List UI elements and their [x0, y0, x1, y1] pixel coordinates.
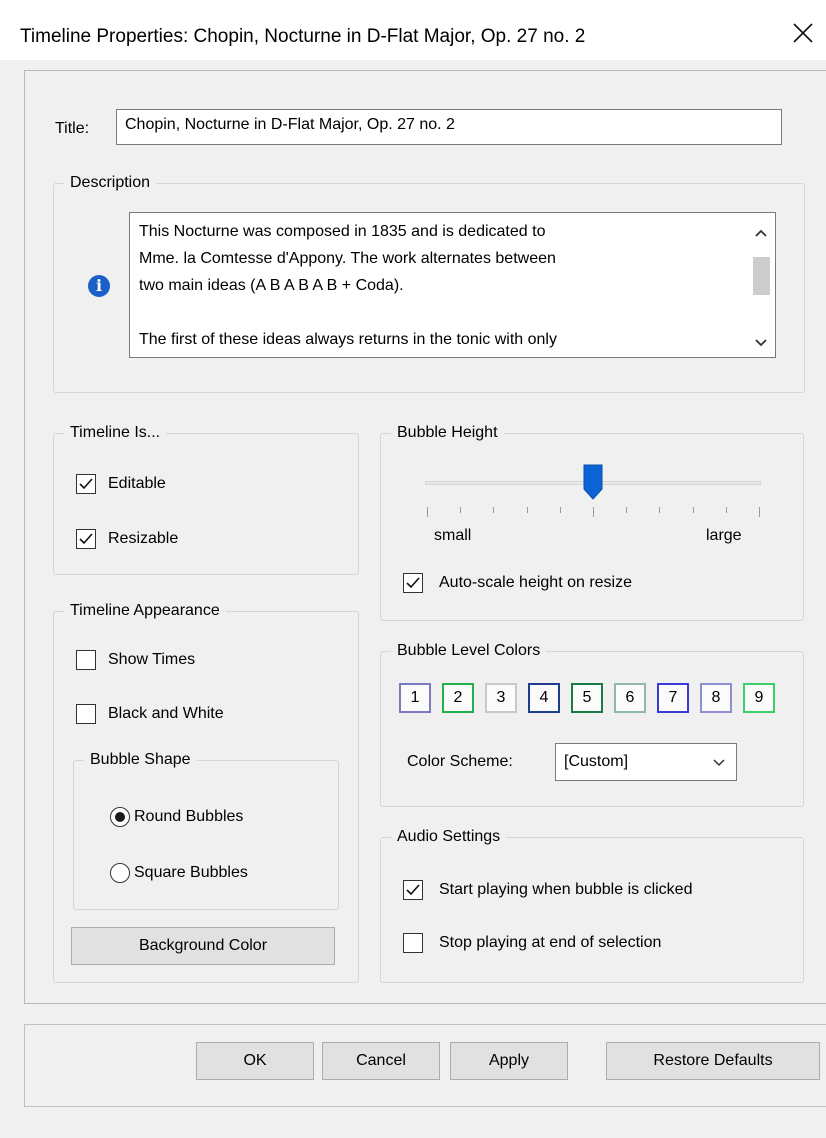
- audio-settings-group: Audio Settings Start playing when bubble…: [380, 827, 804, 983]
- button-bar: OK Cancel Apply Restore Defaults: [24, 1024, 826, 1138]
- auto-scale-label: Auto-scale height on resize: [439, 574, 632, 591]
- chevron-down-icon: [713, 759, 725, 767]
- slider-tick: [526, 507, 528, 513]
- description-group: Description i This Nocturne was composed…: [53, 173, 805, 393]
- scroll-down-icon[interactable]: [753, 337, 769, 349]
- editable-label: Editable: [108, 475, 166, 492]
- audio-settings-group-label: Audio Settings: [391, 827, 507, 847]
- slider-tick: [593, 507, 594, 517]
- close-icon[interactable]: [788, 18, 818, 48]
- level-color-swatch-3[interactable]: 3: [485, 683, 517, 713]
- cancel-button[interactable]: Cancel: [322, 1042, 440, 1080]
- main-panel: Title: Chopin, Nocturne in D-Flat Major,…: [24, 70, 826, 1004]
- level-color-swatch-2[interactable]: 2: [442, 683, 474, 713]
- bubble-height-slider-thumb[interactable]: [583, 464, 603, 500]
- level-color-swatch-5[interactable]: 5: [571, 683, 603, 713]
- slider-tick: [692, 507, 694, 513]
- slider-tick: [759, 507, 760, 517]
- description-textarea[interactable]: This Nocturne was composed in 1835 and i…: [129, 212, 776, 358]
- slider-tick: [559, 507, 561, 513]
- slider-tick: [659, 507, 661, 513]
- square-bubbles-radio[interactable]: [110, 863, 130, 883]
- level-color-swatch-6[interactable]: 6: [614, 683, 646, 713]
- title-bar: Timeline Properties: Chopin, Nocturne in…: [0, 0, 826, 60]
- level-color-swatch-1[interactable]: 1: [399, 683, 431, 713]
- timeline-appearance-group-label: Timeline Appearance: [64, 601, 226, 621]
- level-color-swatch-4[interactable]: 4: [528, 683, 560, 713]
- level-color-swatch-8[interactable]: 8: [700, 683, 732, 713]
- slider-tick: [493, 507, 495, 513]
- slider-tick: [626, 507, 628, 513]
- auto-scale-checkbox[interactable]: [403, 573, 423, 593]
- window-title: Timeline Properties: Chopin, Nocturne in…: [20, 26, 586, 47]
- start-playing-checkbox[interactable]: [403, 880, 423, 900]
- description-group-label: Description: [64, 173, 157, 193]
- square-bubbles-label: Square Bubbles: [134, 864, 248, 881]
- bubble-height-min-label: small: [434, 527, 472, 544]
- color-scheme-label: Color Scheme:: [407, 753, 513, 770]
- timeline-is-group: Timeline Is... Editable Resizable: [53, 423, 359, 575]
- stop-playing-checkbox[interactable]: [403, 933, 423, 953]
- level-swatch-row: 123456789: [399, 683, 789, 715]
- timeline-appearance-group: Timeline Appearance Show Times Black and…: [53, 601, 359, 983]
- bubble-level-colors-group-label: Bubble Level Colors: [391, 641, 547, 661]
- start-playing-label: Start playing when bubble is clicked: [439, 881, 693, 898]
- show-times-checkbox[interactable]: [76, 650, 96, 670]
- description-scrollbar[interactable]: [747, 213, 775, 357]
- slider-tick: [725, 507, 727, 513]
- title-input[interactable]: Chopin, Nocturne in D-Flat Major, Op. 27…: [116, 109, 782, 145]
- restore-defaults-button[interactable]: Restore Defaults: [606, 1042, 820, 1080]
- level-color-swatch-9[interactable]: 9: [743, 683, 775, 713]
- slider-tick: [460, 507, 462, 513]
- show-times-label: Show Times: [108, 651, 196, 668]
- description-text: This Nocturne was composed in 1835 and i…: [139, 223, 557, 348]
- apply-button[interactable]: Apply: [450, 1042, 568, 1080]
- color-scheme-value: [Custom]: [564, 753, 629, 770]
- info-icon: i: [88, 275, 110, 297]
- bubble-height-max-label: large: [706, 527, 742, 544]
- ok-button[interactable]: OK: [196, 1042, 314, 1080]
- resizable-checkbox[interactable]: [76, 529, 96, 549]
- bubble-height-group-label: Bubble Height: [391, 423, 504, 443]
- bubble-level-colors-group: Bubble Level Colors 123456789 Color Sche…: [380, 641, 804, 807]
- color-scheme-select[interactable]: [Custom]: [555, 743, 737, 781]
- scroll-up-icon[interactable]: [753, 227, 769, 239]
- black-white-label: Black and White: [108, 705, 224, 722]
- level-color-swatch-7[interactable]: 7: [657, 683, 689, 713]
- resizable-label: Resizable: [108, 530, 179, 547]
- bubble-height-group: Bubble Height small large Auto-scale hei…: [380, 423, 804, 621]
- title-label: Title:: [55, 120, 90, 137]
- round-bubbles-label: Round Bubbles: [134, 808, 244, 825]
- timeline-is-group-label: Timeline Is...: [64, 423, 167, 443]
- background-color-button[interactable]: Background Color: [71, 927, 335, 965]
- editable-checkbox[interactable]: [76, 474, 96, 494]
- stop-playing-label: Stop playing at end of selection: [439, 934, 662, 951]
- scroll-thumb[interactable]: [753, 257, 770, 295]
- slider-tick: [427, 507, 428, 517]
- round-bubbles-radio[interactable]: [110, 807, 130, 827]
- black-white-checkbox[interactable]: [76, 704, 96, 724]
- bubble-shape-group-label: Bubble Shape: [84, 750, 197, 770]
- bubble-shape-group: Bubble Shape Round Bubbles Square Bubble…: [73, 750, 339, 910]
